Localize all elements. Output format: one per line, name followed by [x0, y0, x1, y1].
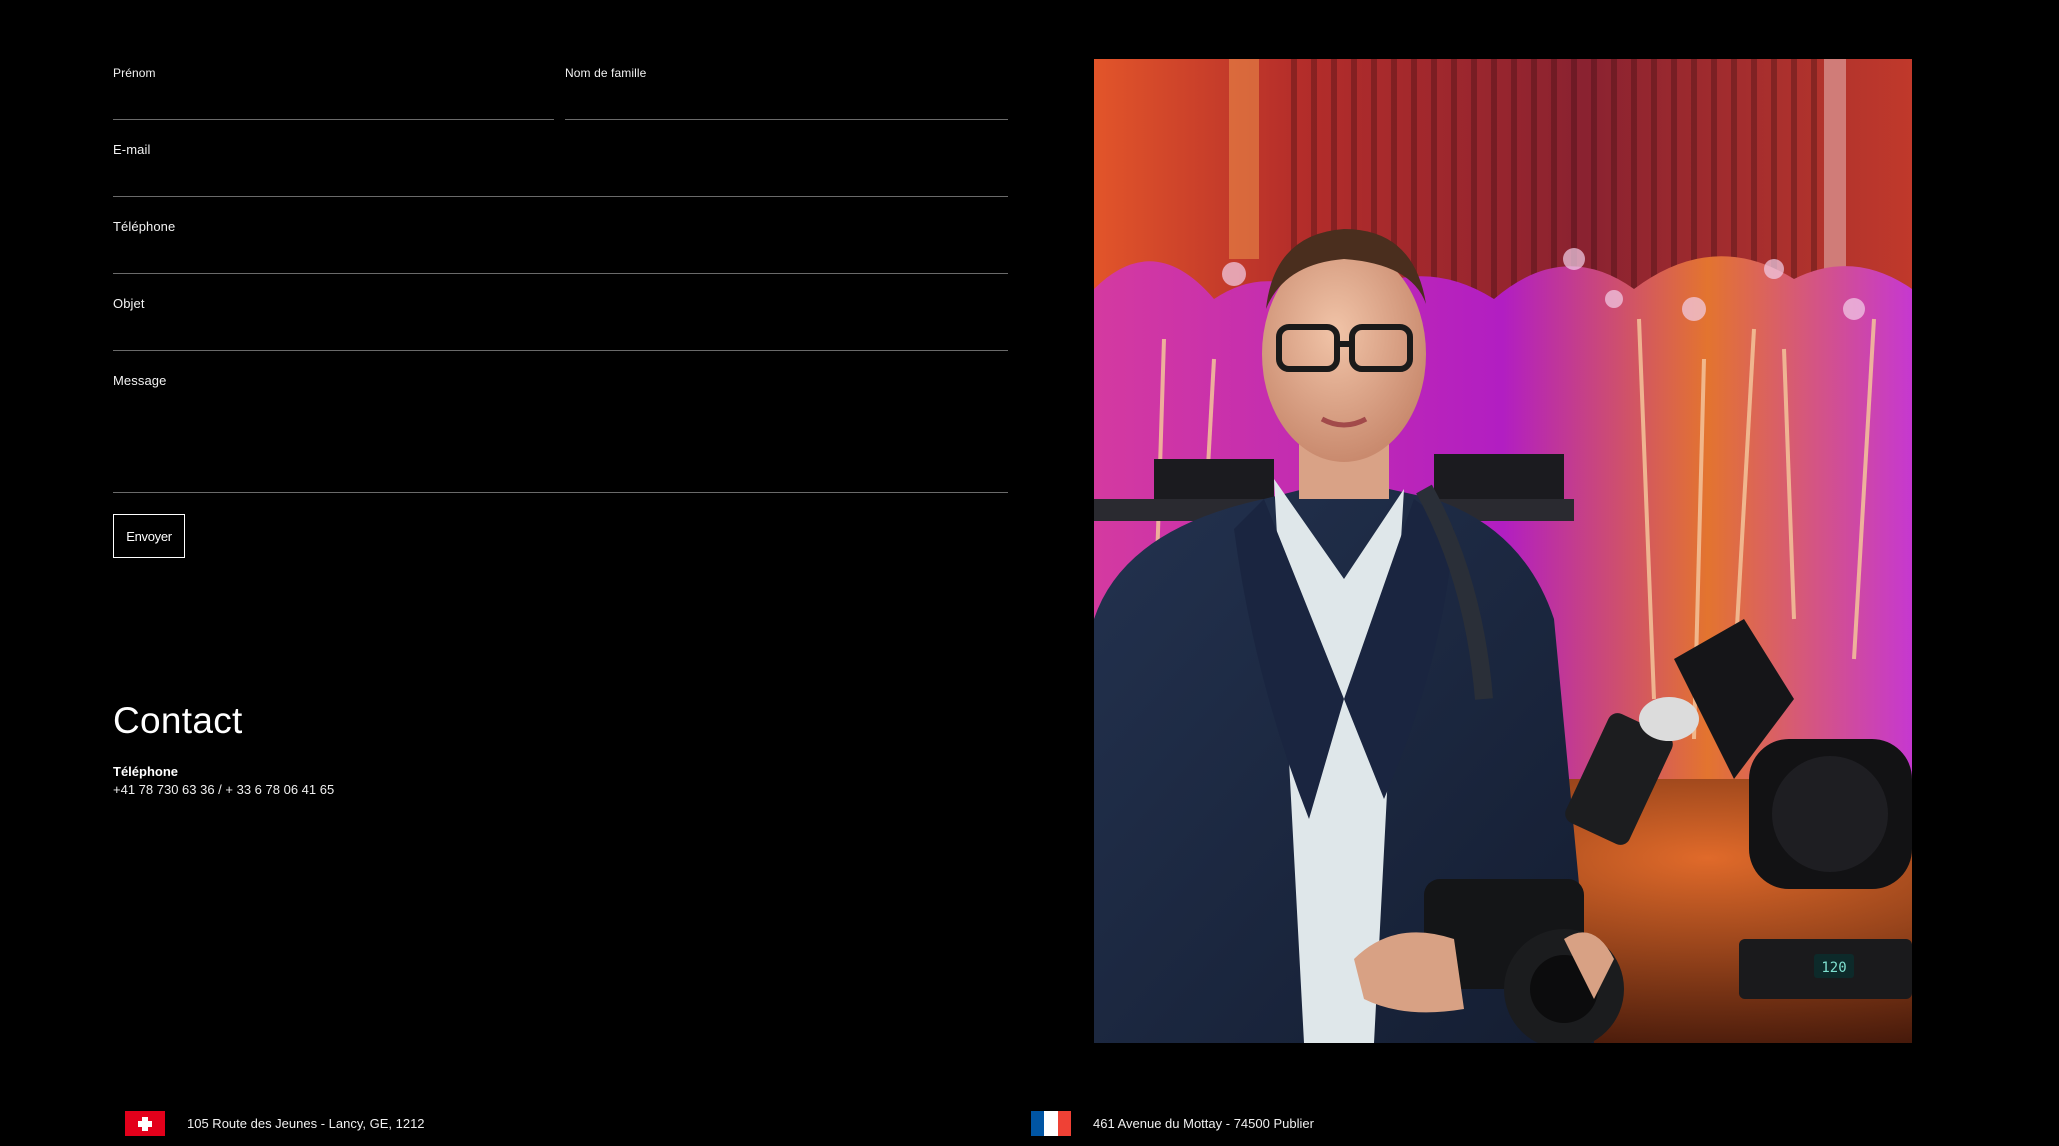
flag-white-stripe	[1044, 1111, 1058, 1136]
photographer-portrait: 120	[1094, 59, 1912, 1043]
contact-section: Contact Téléphone +41 78 730 63 36 / + 3…	[113, 700, 334, 797]
first-name-input[interactable]	[113, 86, 554, 120]
first-name-label: Prénom	[113, 66, 156, 80]
last-name-field: Nom de famille	[565, 66, 1008, 121]
switzerland-address: 105 Route des Jeunes - Lancy, GE, 1212	[125, 1111, 425, 1136]
last-name-label: Nom de famille	[565, 66, 647, 80]
message-label: Message	[113, 373, 167, 388]
portrait-illustration: 120	[1094, 59, 1912, 1043]
email-input[interactable]	[113, 162, 1008, 197]
phone-input[interactable]	[113, 239, 1008, 274]
flag-red-stripe	[1057, 1111, 1071, 1136]
france-address-text: 461 Avenue du Mottay - 74500 Publier	[1093, 1116, 1314, 1131]
subject-input[interactable]	[113, 316, 1008, 351]
subject-field: Objet	[113, 296, 1008, 352]
france-address: 461 Avenue du Mottay - 74500 Publier	[1031, 1111, 1314, 1136]
contact-title: Contact	[113, 700, 243, 741]
email-label: E-mail	[113, 142, 151, 157]
contact-page: Prénom Nom de famille E-mail Téléphone O…	[0, 0, 2059, 1146]
switzerland-flag-icon	[125, 1111, 165, 1136]
contact-phone-value: +41 78 730 63 36 / + 33 6 78 06 41 65	[113, 782, 335, 797]
switzerland-address-text: 105 Route des Jeunes - Lancy, GE, 1212	[187, 1116, 425, 1131]
subject-label: Objet	[113, 296, 145, 311]
first-name-field: Prénom	[113, 66, 554, 121]
phone-label: Téléphone	[113, 219, 176, 234]
france-flag-icon	[1031, 1111, 1071, 1136]
last-name-input[interactable]	[565, 86, 1008, 120]
flag-blue-stripe	[1031, 1111, 1045, 1136]
send-button[interactable]: Envoyer	[113, 514, 185, 558]
message-field: Message	[113, 373, 1008, 494]
light-display-readout: 120	[1821, 960, 1846, 976]
message-textarea[interactable]	[113, 393, 1008, 493]
contact-phone-label: Téléphone	[113, 764, 179, 779]
phone-field: Téléphone	[113, 219, 1008, 275]
email-field: E-mail	[113, 142, 1008, 198]
